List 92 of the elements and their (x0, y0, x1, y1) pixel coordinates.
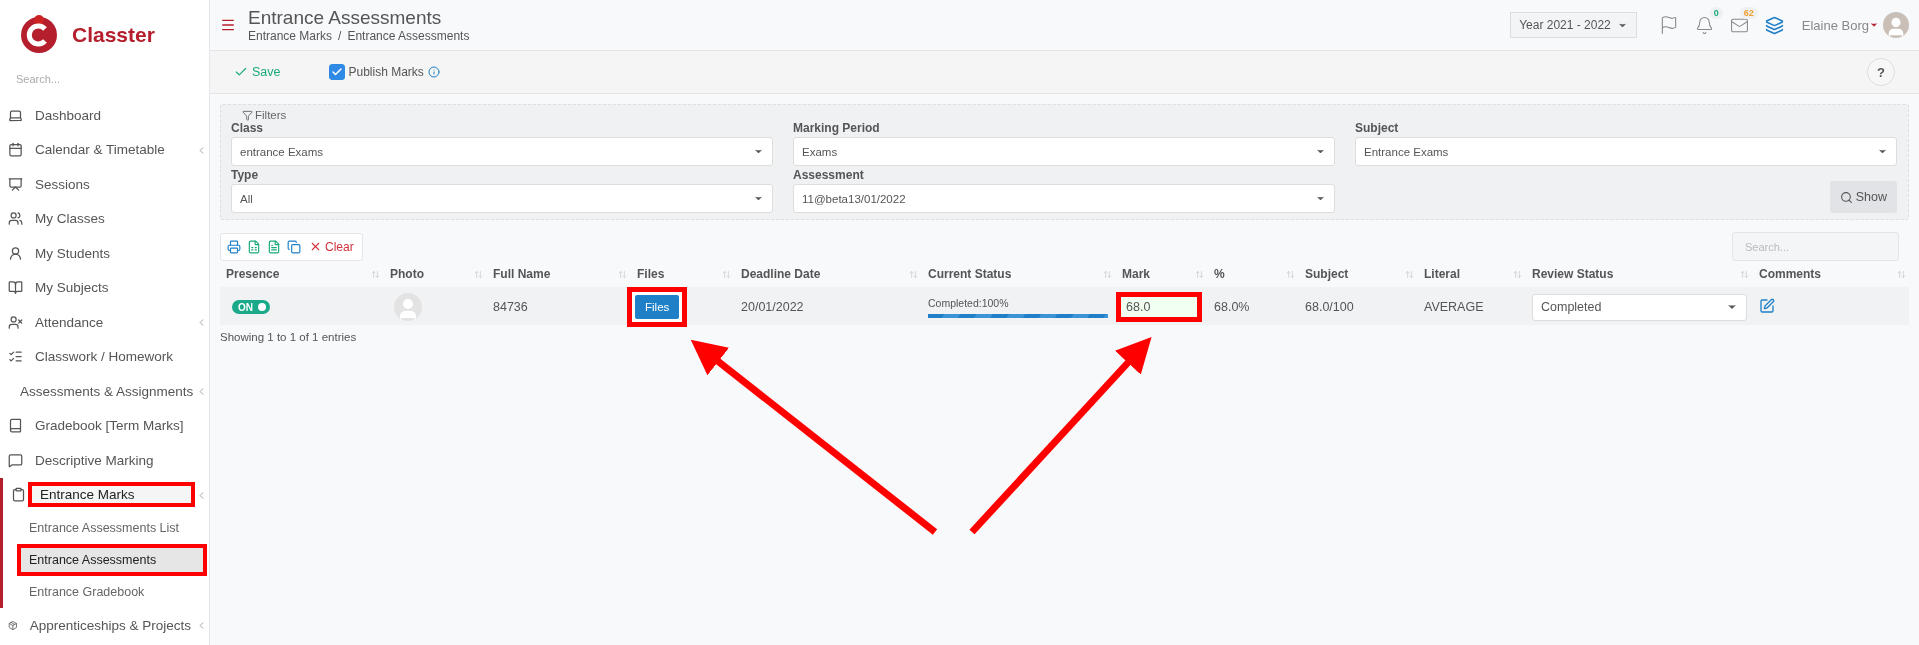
csv-icon[interactable] (267, 239, 281, 254)
sort-icon[interactable] (1513, 269, 1522, 279)
print-icon[interactable] (227, 239, 241, 254)
column-header[interactable]: Subject (1299, 267, 1418, 281)
publish-checkbox[interactable] (328, 64, 345, 80)
sidebar-item[interactable]: Apprenticeships & Projects (25, 614, 195, 636)
sidebar-subitem[interactable]: Entrance Gradebook (3, 576, 209, 608)
copy-icon[interactable] (287, 239, 301, 254)
publish-label: Publish Marks (348, 65, 424, 79)
sidebar-search-field[interactable]: Search... (14, 66, 184, 92)
table-cell-text: AVERAGE (1423, 300, 1485, 314)
table-cell-text: 20/01/2022 (740, 300, 805, 314)
files-button[interactable]: Files (635, 295, 680, 319)
sidebar-item[interactable]: Sessions (31, 173, 195, 195)
sort-icon[interactable] (474, 269, 483, 279)
filter-select[interactable]: 11@beta13/01/2022 (793, 184, 1335, 213)
sidebar-item[interactable]: Attendance (31, 311, 195, 333)
help-button[interactable]: ? (1867, 58, 1895, 86)
column-header[interactable]: Review Status (1526, 267, 1753, 281)
logo-icon (20, 14, 58, 56)
column-header[interactable]: Deadline Date (735, 267, 922, 281)
sidebar-item[interactable]: Calendar & Timetable (31, 139, 195, 161)
sort-icon[interactable] (618, 269, 627, 279)
filter-select[interactable]: All (231, 184, 773, 213)
review-status-select[interactable]: Completed (1532, 293, 1747, 321)
filter-icon (242, 109, 253, 121)
sidebar-item[interactable]: My Classes (31, 208, 195, 230)
column-header[interactable]: Files (631, 267, 735, 281)
sidebar-item[interactable]: My Students (31, 242, 195, 264)
table-info: Showing 1 to 1 of 1 entries (220, 331, 358, 343)
column-header[interactable]: Mark (1116, 267, 1208, 281)
sidebar-item[interactable]: Gradebook [Term Marks] (31, 415, 195, 437)
sort-icon[interactable] (1286, 269, 1295, 279)
show-button[interactable]: Show (1829, 181, 1897, 213)
check-icon (234, 65, 248, 79)
sort-icon[interactable] (1405, 269, 1414, 279)
sidebar-item[interactable]: Descriptive Marking (31, 449, 195, 471)
column-header[interactable]: Comments (1753, 267, 1910, 281)
field-label: Class (231, 121, 265, 137)
table-cell-text: 68.0/100 (1304, 300, 1355, 314)
filter-select[interactable]: Entrance Exams (1355, 137, 1897, 166)
search-icon (1839, 190, 1853, 204)
column-header[interactable]: Literal (1418, 267, 1526, 281)
caret-icon (1869, 20, 1879, 30)
filter-select[interactable]: Exams (793, 137, 1335, 166)
status-text: Completed:100% (928, 296, 1010, 309)
edit-icon[interactable] (1759, 297, 1775, 314)
sort-icon[interactable] (722, 269, 731, 279)
clear-button[interactable]: Clear (307, 239, 356, 254)
table-cell-text: 68.0% (1213, 300, 1251, 314)
bell-icon[interactable] (1694, 15, 1714, 35)
table-cell-text: 84736 (492, 300, 529, 314)
sidebar-item[interactable]: Assessments & Assignments (16, 380, 198, 402)
field-label: Assessment (793, 168, 865, 184)
close-icon (309, 240, 322, 253)
brand-name: Classter (72, 23, 155, 47)
field-label: Subject (1355, 121, 1400, 137)
table-search-field[interactable]: Search... (1732, 232, 1899, 261)
breadcrumb-separator: / (338, 29, 342, 43)
sidebar-item[interactable]: Dashboard (31, 104, 195, 126)
page-title: Entrance Assessments (248, 7, 443, 29)
breadcrumb-link[interactable]: Entrance Marks (248, 29, 333, 43)
column-header[interactable]: Full Name (487, 267, 631, 281)
column-header[interactable]: Photo (384, 267, 487, 281)
field-label: Type (231, 168, 260, 184)
sort-icon[interactable] (1897, 269, 1906, 279)
sort-icon[interactable] (1195, 269, 1204, 279)
sort-icon[interactable] (371, 269, 380, 279)
year-select[interactable]: Year 2021 - 2022 (1510, 12, 1637, 38)
mark-input[interactable]: 68.0 (1116, 292, 1202, 322)
column-header[interactable]: Current Status (922, 267, 1116, 281)
column-header[interactable]: Presence (220, 267, 384, 281)
sort-icon[interactable] (909, 269, 918, 279)
filter-select[interactable]: entrance Exams (231, 137, 773, 166)
avatar-placeholder[interactable] (1883, 12, 1909, 38)
notification-count: 0 (1709, 6, 1723, 19)
sort-icon[interactable] (1740, 269, 1749, 279)
filters-legend: Filters (255, 109, 287, 121)
sidebar-item[interactable]: Entrance Marks (28, 482, 195, 508)
check-icon (330, 66, 343, 78)
message-count: 62 (1739, 6, 1758, 19)
column-header[interactable]: % (1208, 267, 1299, 281)
excel-icon[interactable] (247, 239, 261, 254)
layers-icon[interactable] (1764, 15, 1784, 35)
sort-icon[interactable] (1103, 269, 1112, 279)
info-icon[interactable] (427, 66, 440, 78)
sidebar-subitem[interactable]: Entrance Assessments List (3, 512, 209, 544)
field-label: Marking Period (793, 121, 881, 137)
sidebar-item[interactable]: Classwork / Homework (31, 346, 195, 368)
sidebar-item[interactable]: My Subjects (31, 277, 195, 299)
breadcrumb-link[interactable]: Entrance Assessments (347, 29, 470, 43)
sidebar-subitem[interactable]: Entrance Assessments (17, 544, 207, 576)
